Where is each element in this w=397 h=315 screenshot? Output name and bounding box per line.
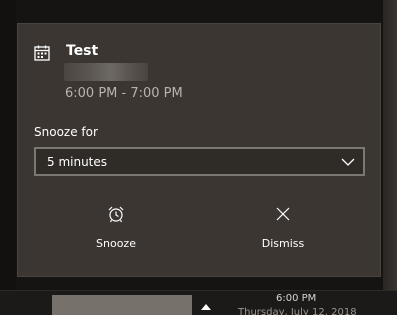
close-icon: [276, 207, 290, 221]
event-title: Test: [66, 43, 99, 59]
snooze-button-label: Snooze: [96, 237, 136, 250]
snooze-button[interactable]: Snooze: [56, 202, 176, 254]
reminder-toast: Test 6:00 PM - 7:00 PM Snooze for 5 minu…: [17, 23, 381, 277]
taskbar-app-button[interactable]: [52, 295, 192, 315]
snooze-duration-select[interactable]: 5 minutes: [34, 147, 365, 176]
clock-date[interactable]: Thursday, July 12, 2018: [238, 307, 357, 315]
calendar-icon: [34, 45, 50, 61]
alarm-clock-icon: [108, 206, 124, 223]
snooze-duration-value: 5 minutes: [47, 155, 108, 169]
background-window-edge-left: [0, 0, 16, 290]
dismiss-button-label: Dismiss: [261, 237, 305, 250]
background-window-edge-right: [383, 0, 397, 290]
dismiss-button[interactable]: Dismiss: [223, 202, 343, 254]
chevron-down-icon: [341, 158, 355, 166]
taskbar: 6:00 PM Thursday, July 12, 2018: [0, 290, 397, 315]
event-location-redacted: [64, 63, 148, 81]
chevron-up-icon[interactable]: [201, 304, 211, 310]
event-time-range: 6:00 PM - 7:00 PM: [65, 86, 183, 101]
snooze-for-label: Snooze for: [34, 125, 98, 139]
clock-time[interactable]: 6:00 PM: [276, 293, 316, 304]
